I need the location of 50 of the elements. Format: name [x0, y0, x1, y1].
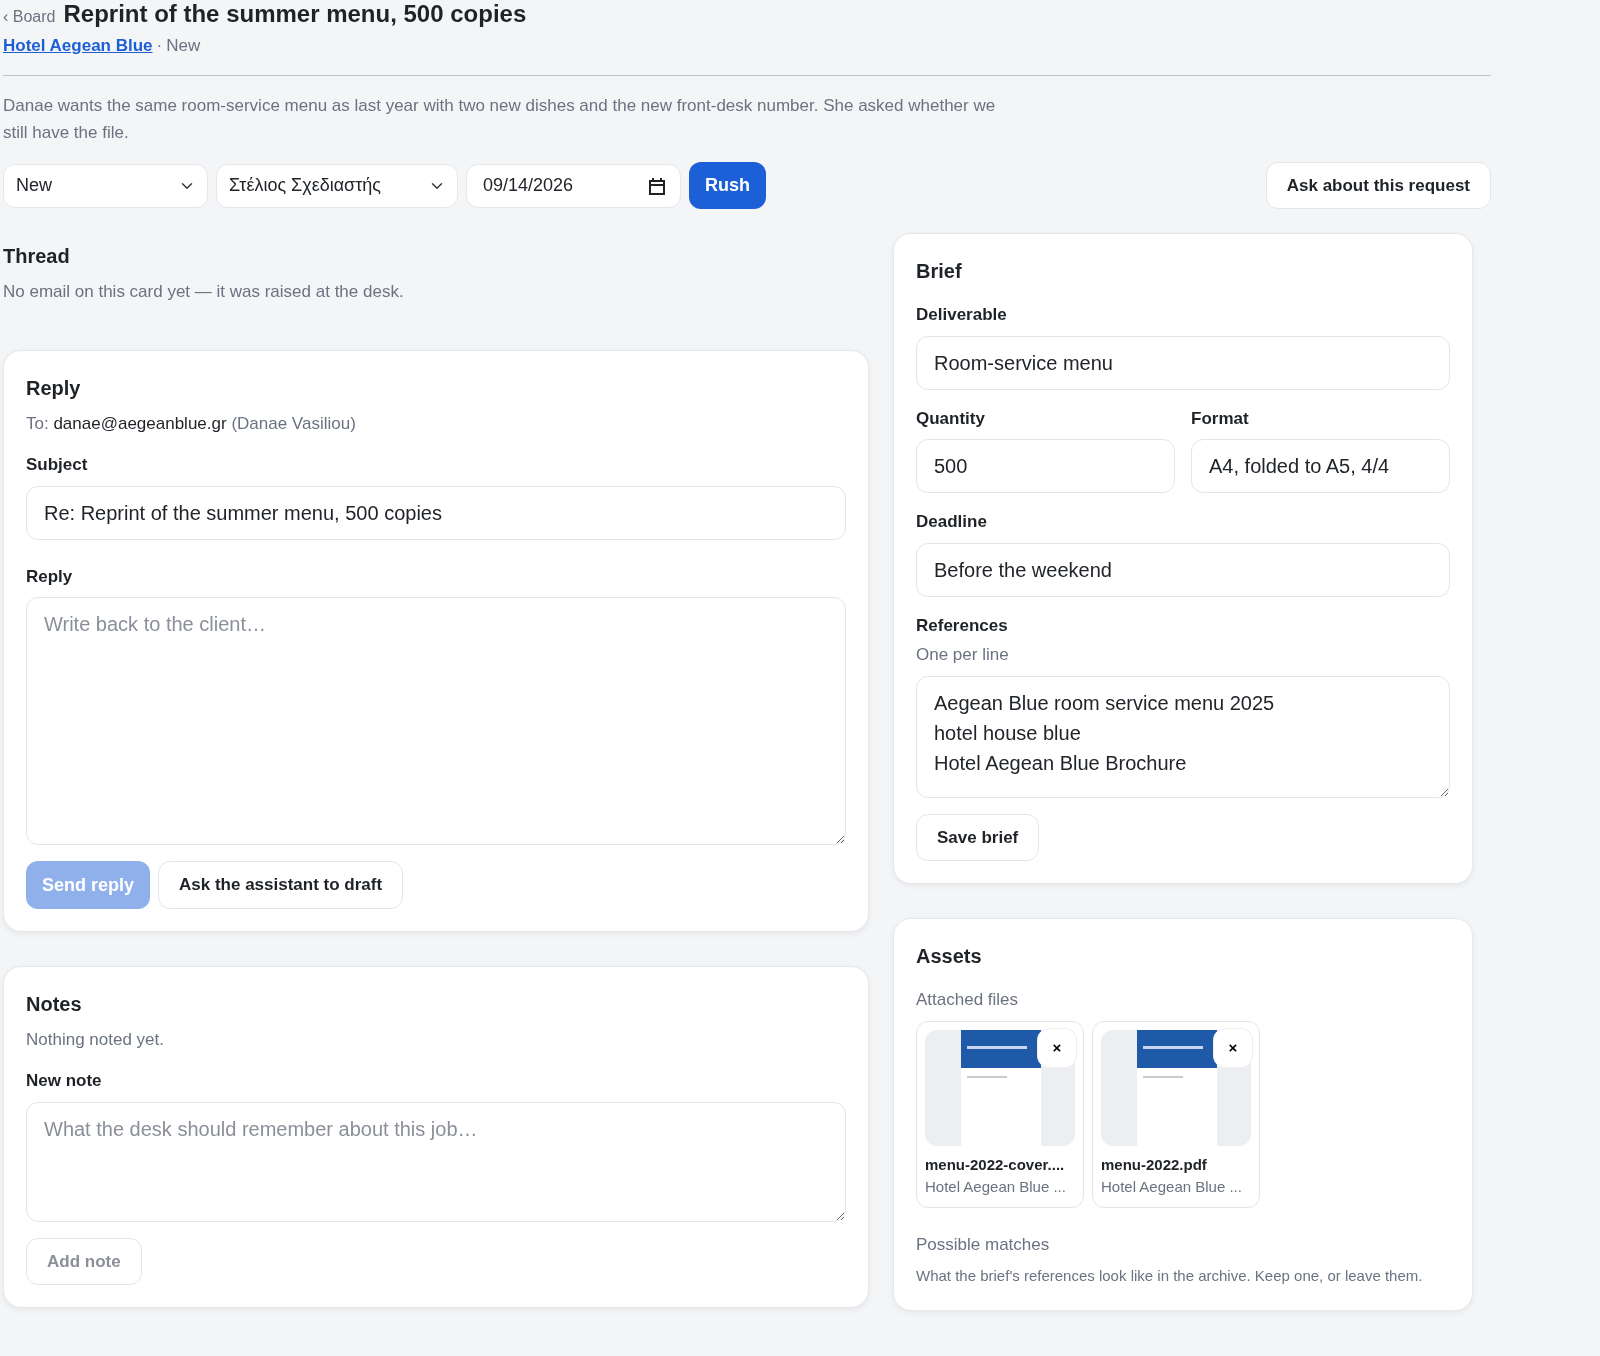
request-description: Danae wants the same room-service menu as last year with two new dishes and the new front-desk number. She asked whether we still have the file. [3, 94, 997, 144]
file-source: Hotel Aegean Blue ... [1101, 1177, 1243, 1198]
references-field[interactable]: Aegean Blue room service menu 2025 hotel house blue Hotel Aegean Blue Brochure [916, 675, 1450, 798]
subject-field[interactable]: Re: Reprint of the summer menu, 500 copies [26, 485, 846, 540]
thread-empty-text: No email on this card yet — it was raised at the desk. [3, 281, 405, 304]
file-source: Hotel Aegean Blue ... [925, 1177, 1067, 1198]
notes-heading: Notes [26, 991, 83, 1017]
assets-heading: Assets [916, 944, 983, 970]
file-name: menu-2022.pdf [1101, 1154, 1208, 1175]
save-brief-button[interactable]: Save brief [916, 813, 1040, 862]
rush-toggle[interactable]: Rush [689, 162, 766, 210]
thread-heading: Thread [3, 244, 71, 270]
references-label: References [916, 614, 1009, 637]
page-title: Reprint of the summer menu, 500 copies [63, 0, 527, 29]
references-hint: One per line [916, 644, 1010, 667]
deliverable-field[interactable]: Room-service menu [916, 335, 1450, 390]
ask-button[interactable]: Ask about this request [1265, 161, 1491, 210]
new-note-label: New note [26, 1070, 103, 1093]
file-card[interactable]: × menu-2022-cover.... Hotel Aegean Blue ... [916, 1020, 1084, 1208]
deliverable-label: Deliverable [916, 304, 1008, 327]
status-select[interactable]: New [3, 163, 208, 208]
calendar-icon[interactable] [649, 177, 665, 195]
draft-button[interactable]: Ask the assistant to draft [158, 861, 404, 909]
reply-heading: Reply [26, 375, 82, 401]
format-field[interactable]: A4, folded to A5, 4/4 [1191, 439, 1450, 494]
deadline-field[interactable]: Before the weekend [916, 542, 1450, 597]
recipient-line: To: danae@aegeanblue.gr (Danae Vasiliou) [26, 412, 357, 435]
separator-dot: · [156, 35, 163, 57]
subject-label: Subject [26, 454, 89, 477]
reply-field[interactable]: Write back to the client… [26, 597, 846, 846]
status-text: New [166, 35, 201, 57]
client-link[interactable]: Hotel Aegean Blue [3, 33, 153, 59]
attached-files-label: Attached files [916, 989, 1020, 1012]
assignee-select[interactable]: Στέλιος Σχεδιαστής [216, 163, 458, 208]
quantity-label: Quantity [916, 407, 986, 430]
remove-button[interactable]: × [1037, 1027, 1077, 1068]
possible-matches-label: Possible matches [916, 1233, 1051, 1256]
matches-description: What the brief's references look like in the archive. Keep one, or leave them. [916, 1266, 1424, 1287]
notes-empty-text: Nothing noted yet. [26, 1028, 165, 1051]
remove-button[interactable]: × [1213, 1027, 1253, 1068]
quantity-field[interactable]: 500 [916, 439, 1175, 494]
reply-label: Reply [26, 565, 74, 588]
brief-heading: Brief [916, 259, 963, 285]
file-name: menu-2022-cover.... [925, 1154, 1066, 1175]
note-field[interactable]: What the desk should remember about this job… [26, 1101, 846, 1222]
format-label: Format [1191, 407, 1250, 430]
back-link[interactable]: ‹ Board [3, 5, 56, 29]
deadline-label: Deadline [916, 511, 988, 534]
file-card[interactable]: × menu-2022.pdf Hotel Aegean Blue ... [1092, 1020, 1260, 1208]
date-field[interactable]: 09/14/2026 [466, 163, 681, 208]
